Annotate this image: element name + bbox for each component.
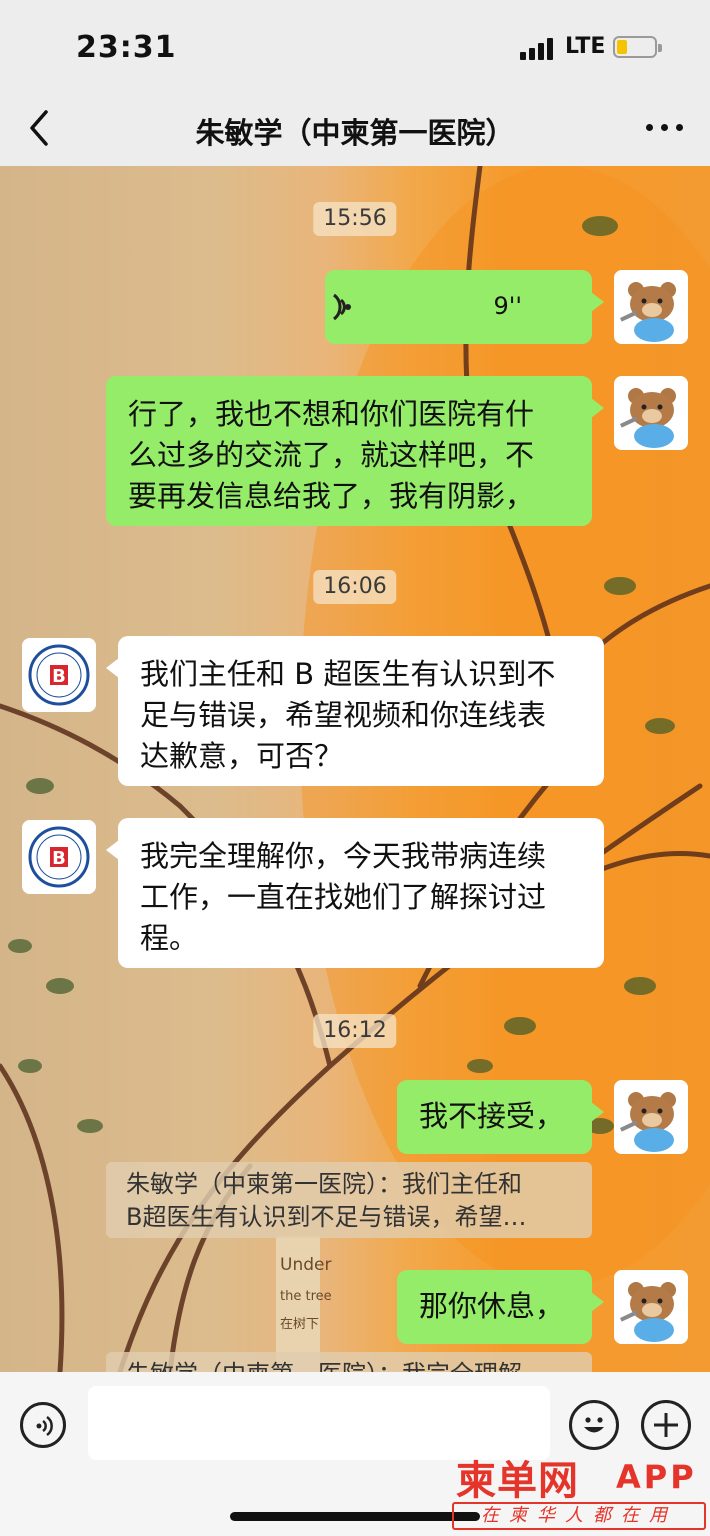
voice-input-button[interactable] (20, 1402, 66, 1448)
quoted-message[interactable]: 朱敏学（中柬第一医院）：我们主任和 B超医生有认识到不足与错误，希望… (106, 1162, 592, 1238)
my-avatar[interactable] (614, 376, 688, 450)
quote-line: B超医生有认识到不足与错误，希望… (126, 1203, 527, 1231)
message-line: 程。 (140, 921, 199, 955)
battery-icon (613, 36, 662, 58)
my-avatar[interactable] (614, 270, 688, 344)
message-line: 我不接受， (419, 1099, 565, 1133)
message-timestamp: 16:06 (313, 570, 397, 604)
status-time: 23:31 (76, 30, 177, 65)
bear-avatar-icon (614, 1080, 688, 1154)
message-line: 达歉意，可否？ (140, 739, 344, 773)
message-bubble-sent[interactable]: 我不接受， (397, 1080, 604, 1154)
message-bubble-sent[interactable]: 行了，我也不想和你们医院有什 么过多的交流了，就这样吧，不 要再发信息给我了，我… (106, 376, 604, 526)
sign-line-1: Under (280, 1255, 331, 1275)
home-indicator (230, 1512, 480, 1521)
message-timestamp: 16:12 (313, 1014, 397, 1048)
emoji-icon (584, 1417, 604, 1433)
message-bubble-received[interactable]: 我完全理解你，今天我带病连续 工作，一直在找她们了解探讨过 程。 (106, 818, 604, 968)
chat-title: 朱敏学（中柬第一医院） (195, 116, 515, 150)
bear-avatar-icon (614, 376, 688, 450)
voice-icon (36, 1415, 53, 1437)
voice-message[interactable]: 9'' (325, 270, 604, 344)
quote-line: 朱敏学（中柬第一医院）：我完全理解 (126, 1358, 572, 1372)
hospital-avatar[interactable]: B (22, 820, 96, 894)
quoted-message[interactable]: 朱敏学（中柬第一医院）：我完全理解 (106, 1352, 592, 1372)
watermark-logo: 柬单网 APP 在柬华人都在用 (450, 1448, 710, 1534)
hospital-logo-icon: B (22, 820, 96, 894)
watermark-app: APP (616, 1458, 697, 1496)
my-avatar[interactable] (614, 1270, 688, 1344)
bear-avatar-icon (614, 1270, 688, 1344)
hospital-avatar[interactable]: B (22, 638, 96, 712)
message-line: 要再发信息给我了，我有阴影， (128, 479, 535, 513)
signal-icon (520, 36, 560, 60)
svg-text:B: B (52, 848, 66, 869)
message-line: 行了，我也不想和你们医院有什 (128, 397, 535, 431)
message-line: 么过多的交流了，就这样吧，不 (128, 438, 535, 472)
network-label: LTE (565, 34, 606, 59)
watermark-title: 柬单网 (456, 1458, 579, 1504)
message-bubble-sent[interactable]: 那你休息， (397, 1270, 604, 1344)
voice-wave-icon (333, 293, 351, 321)
watermark-slogan: 在柬华人都在用 (452, 1502, 706, 1530)
more-actions-button[interactable] (641, 1400, 691, 1450)
message-line: 工作，一直在找她们了解探讨过 (140, 880, 547, 914)
chat-background: Under the tree 在树下 15:56 9'' 行了，我也不想和你们医… (0, 166, 710, 1372)
emoji-button[interactable] (569, 1400, 619, 1450)
more-button[interactable] (640, 112, 690, 142)
quote-line: 朱敏学（中柬第一医院）：我们主任和 (126, 1170, 522, 1198)
status-bar: 23:31 LTE (0, 0, 710, 90)
message-bubble-received[interactable]: 我们主任和 B 超医生有认识到不 足与错误，希望视频和你连线表 达歉意，可否？ (106, 636, 604, 786)
message-line: 我们主任和 B 超医生有认识到不 (140, 657, 556, 691)
my-avatar[interactable] (614, 1080, 688, 1154)
hospital-logo-icon: B (22, 638, 96, 712)
nav-bar: 朱敏学（中柬第一医院） (0, 90, 710, 166)
message-line: 我完全理解你，今天我带病连续 (140, 839, 547, 873)
message-line: 那你休息， (419, 1289, 565, 1323)
message-line: 足与错误，希望视频和你连线表 (140, 698, 547, 732)
plus-icon (654, 1413, 678, 1437)
message-timestamp: 15:56 (313, 202, 397, 236)
bear-avatar-icon (614, 270, 688, 344)
voice-duration: 9'' (493, 292, 522, 320)
sign-line-2: the tree (280, 1289, 332, 1304)
svg-text:B: B (52, 666, 66, 687)
sign-line-3: 在树下 (280, 1317, 319, 1332)
